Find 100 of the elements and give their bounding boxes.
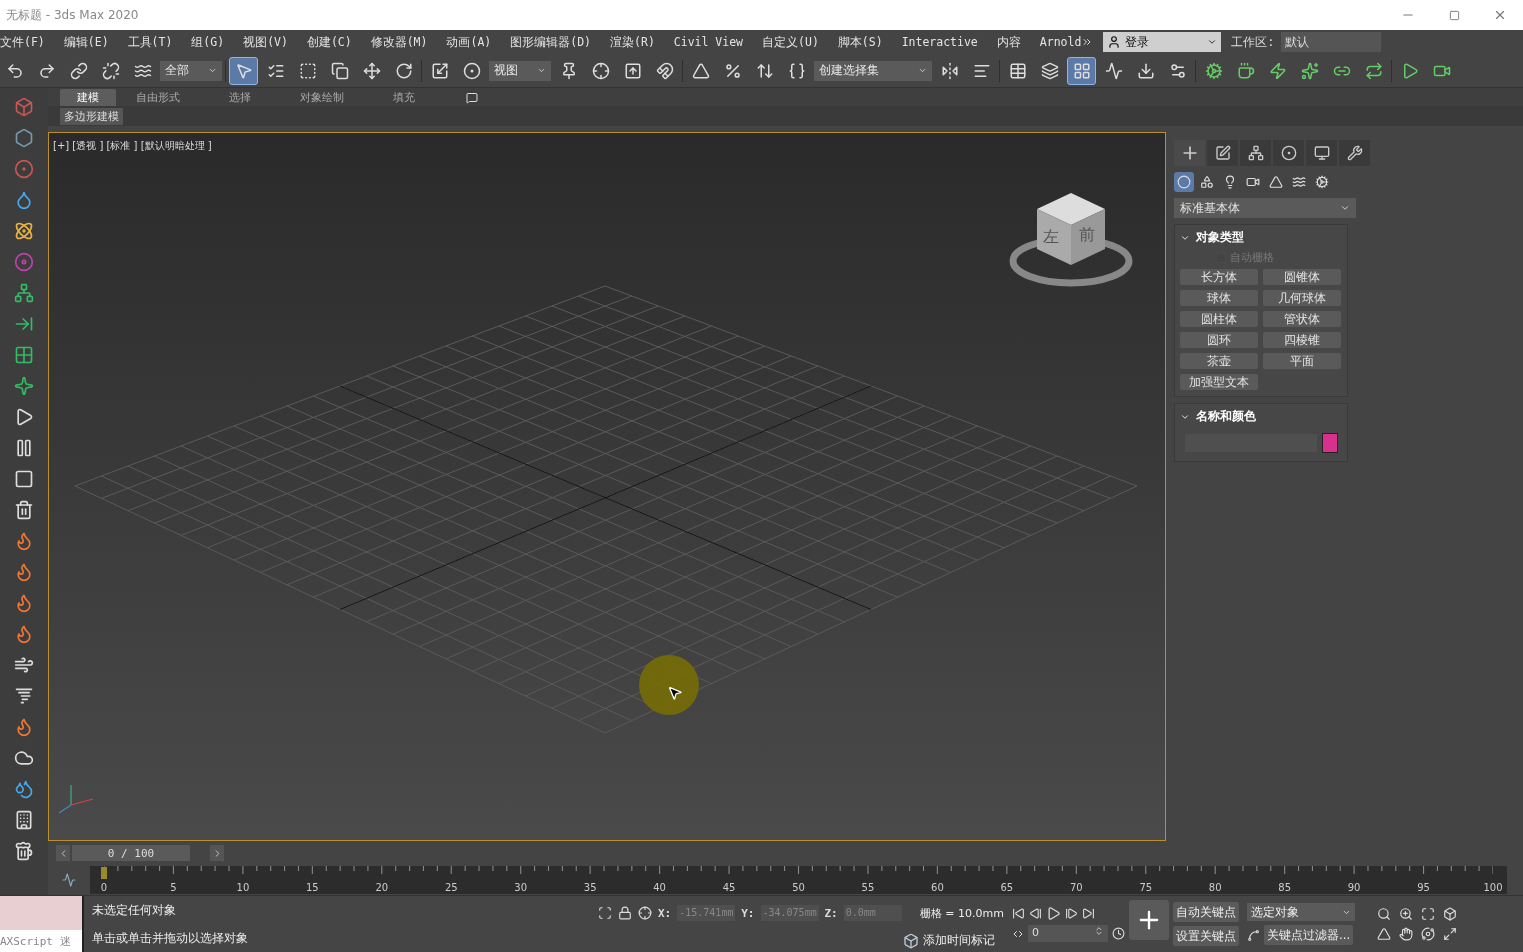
ribbon-options-icon[interactable] (466, 92, 478, 104)
menu-item[interactable]: Civil View (673, 35, 744, 49)
track-bar[interactable]: 0 5 10 15 20 25 30 35 40 45 50 55 60 65 70 75 80 85 90 95 100 (90, 866, 1507, 894)
lock-icon[interactable] (618, 906, 632, 920)
workspace-dropdown[interactable]: 默认 (1280, 32, 1381, 52)
ribbon-tab[interactable]: 自由形式 (118, 89, 198, 106)
category-icon (1292, 175, 1306, 189)
previous-frame-icon[interactable] (1028, 907, 1042, 920)
frame-field[interactable]: 0 (1027, 925, 1108, 942)
menu-item[interactable]: Arnold (1039, 35, 1082, 49)
transform-mode-icon[interactable] (638, 906, 652, 920)
menu-item[interactable]: 自定义(U) (762, 34, 819, 50)
account-dropdown[interactable]: 登录 (1103, 32, 1222, 52)
key-filters-button[interactable]: 关键点过滤器... (1263, 925, 1354, 945)
menu-item[interactable]: 创建(C) (306, 34, 352, 50)
ribbon-tab[interactable]: 填充 (364, 89, 444, 106)
tool-icon (1072, 61, 1091, 80)
zoom-extents-icon[interactable] (1420, 907, 1435, 921)
pan-icon[interactable] (1398, 927, 1413, 941)
time-config-icon[interactable] (1111, 927, 1125, 940)
toolbar-dropdown[interactable]: 全部 (160, 60, 222, 81)
tangent-icon[interactable] (1246, 928, 1260, 942)
viewport-label[interactable]: [+] [透视 ] [标准 ] [默认明暗处理 ] (53, 139, 212, 153)
frame-number: 60 (931, 882, 944, 893)
object-type-button[interactable]: 加强型文本 (1180, 374, 1258, 390)
tool-icon (14, 655, 34, 675)
caret-icon (1340, 203, 1350, 213)
ribbon-tab[interactable]: 对象绘制 (282, 89, 362, 106)
toolbar-button[interactable] (1067, 56, 1096, 85)
isolate-icon[interactable] (598, 906, 612, 920)
object-type-button[interactable]: 几何球体 (1263, 290, 1341, 306)
tool-icon (1300, 61, 1319, 80)
panel-tab[interactable] (1240, 140, 1271, 166)
go-to-end-icon[interactable] (1081, 907, 1095, 920)
object-type-button[interactable]: 球体 (1180, 290, 1258, 306)
frame-number: 30 (514, 882, 528, 893)
tool-icon (14, 624, 34, 644)
tool-icon (69, 61, 88, 80)
menu-item[interactable]: 渲染(R) (610, 34, 655, 50)
time-slider-marker[interactable] (101, 867, 107, 879)
toolbar-dropdown[interactable]: 创建选择集 (814, 60, 932, 81)
zoom-icon[interactable] (1376, 907, 1391, 921)
tool-icon (101, 61, 120, 80)
menu-item[interactable]: Interactive (901, 35, 978, 49)
maxscript-mini-listener[interactable]: AXScript 迷 (0, 930, 82, 952)
color-swatch[interactable] (1322, 433, 1338, 453)
object-type-button[interactable]: 圆环 (1180, 332, 1258, 348)
time-slider[interactable]: 0 / 100 (72, 845, 190, 861)
next-frame-icon[interactable] (1064, 907, 1078, 920)
key-target-dropdown[interactable]: 选定对象 (1246, 903, 1355, 921)
panel-tab[interactable] (1207, 140, 1238, 166)
toolbar-button[interactable] (229, 56, 258, 85)
object-type-button[interactable]: 圆柱体 (1180, 311, 1258, 327)
menu-item[interactable]: 编辑(E) (63, 34, 109, 50)
rollout-title[interactable]: 名称和颜色 (1196, 408, 1256, 425)
panel-tab[interactable] (1174, 140, 1205, 166)
set-key-mode-button[interactable]: 设置关键点 (1172, 926, 1239, 946)
menu-item[interactable]: 修改器(M) (370, 34, 428, 50)
ribbon-panel-label[interactable]: 多边形建模 (60, 107, 123, 125)
tool-icon (1168, 61, 1187, 80)
object-type-button[interactable]: 茶壶 (1180, 353, 1258, 369)
category-dropdown[interactable]: 标准基本体 (1174, 198, 1356, 218)
category-icon (1200, 175, 1214, 189)
panel-tab[interactable] (1339, 140, 1370, 166)
object-type-button[interactable]: 圆锥体 (1263, 269, 1341, 285)
tool-icon (1104, 61, 1123, 80)
play-icon[interactable] (1045, 906, 1061, 921)
maximize-viewport-icon[interactable] (1442, 927, 1457, 941)
set-key-button[interactable] (1128, 900, 1169, 940)
object-type-button[interactable]: 长方体 (1180, 269, 1258, 285)
tool-icon (330, 61, 349, 80)
zoom-all-icon[interactable] (1398, 907, 1413, 921)
menu-item[interactable]: 视图(V) (243, 34, 288, 50)
menu-item[interactable]: 内容 (996, 34, 1021, 50)
menu-item[interactable]: 图形编辑器(D) (510, 34, 592, 50)
zoom-extents-all-icon[interactable] (1442, 907, 1457, 921)
auto-key-button[interactable]: 自动关键点 (1172, 902, 1239, 922)
toolbar-dropdown[interactable]: 视图 (489, 60, 551, 81)
viewport[interactable]: [+] [透视 ] [标准 ] [默认明暗处理 ] 左 前 (48, 132, 1166, 841)
menu-item[interactable]: 脚本(S) (837, 34, 883, 50)
ribbon-tab[interactable]: 建模 (60, 89, 116, 106)
tool-icon (14, 841, 34, 861)
ribbon-tab[interactable]: 选择 (200, 89, 280, 106)
menu-item[interactable]: 工具(T) (127, 34, 173, 50)
curve-editor-icon[interactable] (62, 873, 76, 887)
field-of-view-icon[interactable] (1376, 927, 1391, 941)
tab-icon (1313, 145, 1330, 161)
menu-item[interactable]: 文件(F) (0, 34, 45, 50)
object-type-button[interactable]: 四棱锥 (1263, 332, 1341, 348)
object-type-button[interactable]: 平面 (1263, 353, 1341, 369)
object-type-button[interactable]: 管状体 (1263, 311, 1341, 327)
panel-tab[interactable] (1273, 140, 1304, 166)
rollout-title[interactable]: 对象类型 (1196, 229, 1244, 246)
menu-item[interactable]: 动画(A) (446, 34, 492, 50)
orbit-icon[interactable] (1420, 927, 1435, 941)
panel-tab[interactable] (1306, 140, 1337, 166)
menu-item[interactable]: 组(G) (191, 34, 225, 50)
category-button[interactable] (1174, 172, 1194, 192)
add-time-tag-button[interactable]: 添加时间标记 (903, 932, 995, 949)
go-to-start-icon[interactable] (1011, 907, 1025, 920)
